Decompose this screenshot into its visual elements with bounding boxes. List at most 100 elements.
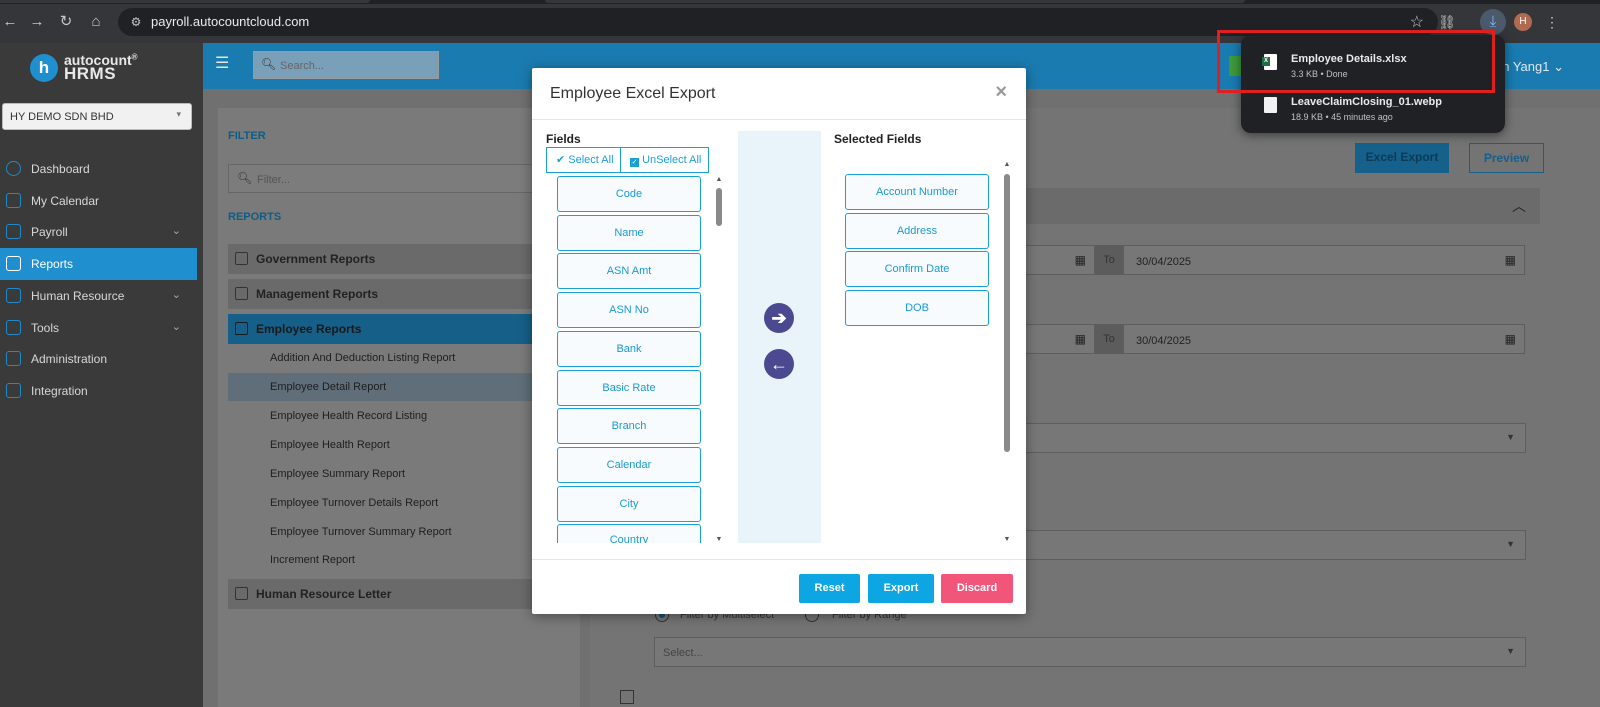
link-icon[interactable]: ⛓ xyxy=(1437,12,1457,32)
excel-export-button[interactable]: Excel Export xyxy=(1355,143,1449,173)
available-fields-list: Code Name ASN Amt ASN No Bank Basic Rate… xyxy=(554,176,704,543)
reload-icon[interactable]: ↻ xyxy=(56,12,76,32)
category-government-reports[interactable]: Government Reports xyxy=(228,244,580,274)
field-item[interactable]: ASN No xyxy=(557,292,701,329)
sidebar-item-label: Integration xyxy=(31,384,88,398)
calendar-icon[interactable]: ▦ xyxy=(1075,253,1086,267)
selected-field-item[interactable]: Account Number xyxy=(845,174,989,210)
scroll-thumb[interactable] xyxy=(1004,174,1010,452)
report-item[interactable]: Increment Report xyxy=(228,546,580,574)
chevron-down-icon: ▼ xyxy=(1506,646,1515,656)
multiselect-input[interactable]: Select... ▼ xyxy=(654,637,1526,667)
employee-excel-export-dialog: Employee Excel Export × Fields ✔ Select … xyxy=(532,68,1026,614)
scroll-thumb[interactable] xyxy=(716,188,722,226)
url-text[interactable]: payroll.autocountcloud.com xyxy=(151,14,309,29)
field-item[interactable]: Code xyxy=(557,176,701,212)
to-label: To xyxy=(1095,245,1123,275)
scroll-down-icon[interactable]: ▼ xyxy=(1003,536,1011,543)
fields-scrollbar[interactable]: ▲ ▼ xyxy=(715,176,723,543)
field-item[interactable]: City xyxy=(557,485,701,522)
reset-button[interactable]: Reset xyxy=(799,574,860,603)
move-right-icon[interactable]: ➔ xyxy=(764,303,794,333)
calendar-icon[interactable]: ▦ xyxy=(1505,253,1516,267)
fields-title: Fields xyxy=(546,132,581,146)
move-left-icon[interactable]: ← xyxy=(764,349,794,379)
forward-arrow-icon[interactable]: → xyxy=(27,12,47,32)
field-item[interactable]: Country xyxy=(557,524,701,543)
report-item[interactable]: Employee Turnover Summary Report xyxy=(228,518,580,546)
star-icon[interactable]: ☆ xyxy=(1410,12,1424,32)
date-from-field[interactable]: ▦ xyxy=(1015,324,1095,354)
report-item[interactable]: Employee Detail Report xyxy=(228,373,580,401)
category-employee-reports[interactable]: Employee Reports xyxy=(228,314,580,344)
sidebar-item-integration[interactable]: Integration xyxy=(0,375,197,407)
sidebar-item-my-calendar[interactable]: My Calendar xyxy=(0,185,197,217)
date-to-field[interactable]: 30/04/2025 ▦ xyxy=(1123,324,1525,354)
check-icon: ✔ xyxy=(556,154,566,166)
scroll-down-icon[interactable]: ▼ xyxy=(715,536,723,543)
field-item[interactable]: Branch xyxy=(557,408,701,445)
hamburger-icon[interactable]: ☰ xyxy=(215,56,230,72)
selected-scrollbar[interactable]: ▲ ▼ xyxy=(1003,161,1011,543)
to-label: To xyxy=(1095,324,1123,354)
search-icon: 🔍︎ xyxy=(237,171,253,185)
selected-fields-title: Selected Fields xyxy=(834,132,922,146)
selected-field-item[interactable]: Address xyxy=(845,212,989,249)
report-item[interactable]: Employee Summary Report xyxy=(228,460,580,488)
close-icon[interactable]: × xyxy=(995,81,1007,104)
report-item[interactable]: Addition And Deduction Listing Report xyxy=(228,344,580,372)
date-to-value: 30/04/2025 xyxy=(1136,256,1192,268)
dialog-header: Employee Excel Export × xyxy=(532,68,1026,120)
preview-button[interactable]: Preview xyxy=(1469,143,1544,173)
admin-icon xyxy=(6,351,21,366)
field-item[interactable]: Basic Rate xyxy=(557,369,701,406)
report-item-label: Employee Health Report xyxy=(270,439,390,451)
unselect-all-button[interactable]: ✓ UnSelect All xyxy=(620,147,709,173)
field-item[interactable]: ASN Amt xyxy=(557,253,701,290)
home-icon[interactable]: ⌂ xyxy=(86,12,106,32)
search-placeholder: Search... xyxy=(280,60,325,72)
back-arrow-icon[interactable]: ← xyxy=(0,12,20,32)
sidebar-item-reports[interactable]: Reports xyxy=(0,248,197,280)
date-to-field[interactable]: 30/04/2025 ▦ xyxy=(1123,245,1525,275)
sidebar-item-label: Human Resource xyxy=(31,289,125,303)
tab[interactable] xyxy=(545,0,1245,3)
selected-field-item[interactable]: DOB xyxy=(845,290,989,327)
date-from-field[interactable]: ▦ xyxy=(1015,245,1095,275)
filter-input[interactable]: 🔍︎ Filter... xyxy=(228,164,580,193)
category-management-reports[interactable]: Management Reports xyxy=(228,279,580,309)
calendar-icon[interactable]: ▦ xyxy=(1075,332,1086,346)
report-icon xyxy=(235,322,248,335)
site-settings-icon[interactable]: ⚙ xyxy=(127,13,145,31)
tab[interactable] xyxy=(0,0,370,3)
export-button[interactable]: Export xyxy=(868,574,934,603)
sidebar-item-human-resource[interactable]: Human Resource ⌄ xyxy=(0,280,197,312)
tab-strip xyxy=(0,0,1600,4)
select-all-button[interactable]: ✔ Select All xyxy=(546,147,621,173)
scroll-up-icon[interactable]: ▲ xyxy=(1003,161,1011,168)
discard-button[interactable]: Discard xyxy=(941,574,1013,603)
letter-icon xyxy=(235,587,248,600)
report-item[interactable]: Employee Turnover Details Report xyxy=(228,489,580,517)
report-item[interactable]: Employee Health Report xyxy=(228,431,580,459)
company-select[interactable]: HY DEMO SDN BHD ▾ xyxy=(2,103,192,130)
more-menu-icon[interactable]: ⋮ xyxy=(1542,12,1562,32)
report-item[interactable]: Employee Health Record Listing xyxy=(228,402,580,430)
download-item[interactable]: LeaveClaimClosing_01.webp 18.9 KB • 45 m… xyxy=(1241,91,1505,131)
sidebar-item-administration[interactable]: Administration xyxy=(0,343,197,375)
profile-avatar[interactable]: H xyxy=(1514,13,1532,31)
sidebar-item-tools[interactable]: Tools ⌄ xyxy=(0,312,197,344)
sidebar-item-label: Tools xyxy=(31,321,60,335)
category-human-resource-letter[interactable]: Human Resource Letter AI xyxy=(228,579,580,609)
calendar-icon[interactable]: ▦ xyxy=(1505,332,1516,346)
field-item[interactable]: Bank xyxy=(557,330,701,367)
selected-field-item[interactable]: Confirm Date xyxy=(845,251,989,288)
checkbox[interactable] xyxy=(620,690,634,704)
scroll-up-icon[interactable]: ▲ xyxy=(715,176,723,183)
user-menu[interactable]: an Yang1 ⌄ xyxy=(1495,59,1564,75)
field-item[interactable]: Calendar xyxy=(557,446,701,483)
field-item[interactable]: Name xyxy=(557,214,701,251)
search-input[interactable]: 🔍︎ Search... xyxy=(253,51,439,79)
sidebar-item-payroll[interactable]: Payroll ⌄ xyxy=(0,216,197,248)
sidebar-item-dashboard[interactable]: Dashboard xyxy=(0,153,197,185)
